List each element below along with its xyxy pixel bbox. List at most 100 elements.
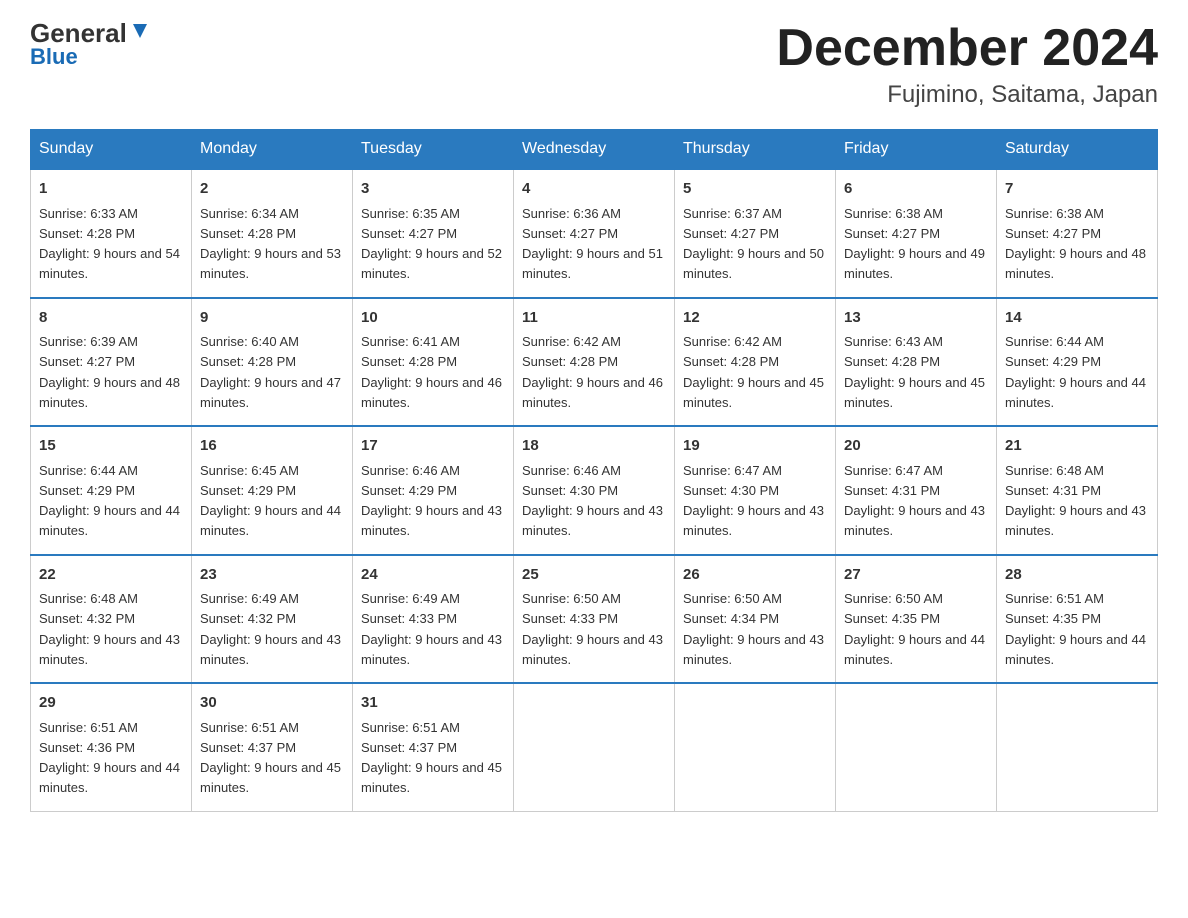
- calendar-cell-w4-d7: 28 Sunrise: 6:51 AMSunset: 4:35 PMDaylig…: [997, 555, 1158, 684]
- calendar-cell-w3-d3: 17 Sunrise: 6:46 AMSunset: 4:29 PMDaylig…: [353, 426, 514, 555]
- calendar-cell-w4-d6: 27 Sunrise: 6:50 AMSunset: 4:35 PMDaylig…: [836, 555, 997, 684]
- day-info: Sunrise: 6:40 AMSunset: 4:28 PMDaylight:…: [200, 334, 341, 410]
- calendar-cell-w3-d5: 19 Sunrise: 6:47 AMSunset: 4:30 PMDaylig…: [675, 426, 836, 555]
- calendar-cell-w4-d5: 26 Sunrise: 6:50 AMSunset: 4:34 PMDaylig…: [675, 555, 836, 684]
- day-number: 12: [683, 307, 827, 330]
- logo-blue-text: Blue: [30, 46, 78, 68]
- day-info: Sunrise: 6:46 AMSunset: 4:30 PMDaylight:…: [522, 463, 663, 539]
- day-number: 7: [1005, 178, 1149, 201]
- day-info: Sunrise: 6:41 AMSunset: 4:28 PMDaylight:…: [361, 334, 502, 410]
- calendar-cell-w2-d7: 14 Sunrise: 6:44 AMSunset: 4:29 PMDaylig…: [997, 298, 1158, 427]
- day-info: Sunrise: 6:42 AMSunset: 4:28 PMDaylight:…: [683, 334, 824, 410]
- day-info: Sunrise: 6:48 AMSunset: 4:32 PMDaylight:…: [39, 591, 180, 667]
- header-friday: Friday: [836, 130, 997, 170]
- calendar-cell-w1-d7: 7 Sunrise: 6:38 AMSunset: 4:27 PMDayligh…: [997, 169, 1158, 298]
- calendar-cell-w5-d6: [836, 683, 997, 811]
- calendar-week-2: 8 Sunrise: 6:39 AMSunset: 4:27 PMDayligh…: [31, 298, 1158, 427]
- day-number: 29: [39, 692, 183, 715]
- day-number: 20: [844, 435, 988, 458]
- day-info: Sunrise: 6:42 AMSunset: 4:28 PMDaylight:…: [522, 334, 663, 410]
- day-info: Sunrise: 6:38 AMSunset: 4:27 PMDaylight:…: [1005, 206, 1146, 282]
- day-number: 13: [844, 307, 988, 330]
- day-number: 5: [683, 178, 827, 201]
- day-number: 25: [522, 564, 666, 587]
- calendar-cell-w4-d2: 23 Sunrise: 6:49 AMSunset: 4:32 PMDaylig…: [192, 555, 353, 684]
- day-info: Sunrise: 6:51 AMSunset: 4:35 PMDaylight:…: [1005, 591, 1146, 667]
- day-number: 6: [844, 178, 988, 201]
- day-info: Sunrise: 6:44 AMSunset: 4:29 PMDaylight:…: [39, 463, 180, 539]
- logo-general-text: General: [30, 20, 127, 46]
- calendar-week-5: 29 Sunrise: 6:51 AMSunset: 4:36 PMDaylig…: [31, 683, 1158, 811]
- calendar-subtitle: Fujimino, Saitama, Japan: [776, 81, 1158, 109]
- calendar-week-1: 1 Sunrise: 6:33 AMSunset: 4:28 PMDayligh…: [31, 169, 1158, 298]
- day-info: Sunrise: 6:39 AMSunset: 4:27 PMDaylight:…: [39, 334, 180, 410]
- calendar-cell-w2-d4: 11 Sunrise: 6:42 AMSunset: 4:28 PMDaylig…: [514, 298, 675, 427]
- day-info: Sunrise: 6:44 AMSunset: 4:29 PMDaylight:…: [1005, 334, 1146, 410]
- calendar-cell-w5-d5: [675, 683, 836, 811]
- day-number: 21: [1005, 435, 1149, 458]
- calendar-week-3: 15 Sunrise: 6:44 AMSunset: 4:29 PMDaylig…: [31, 426, 1158, 555]
- day-number: 14: [1005, 307, 1149, 330]
- header-wednesday: Wednesday: [514, 130, 675, 170]
- day-info: Sunrise: 6:45 AMSunset: 4:29 PMDaylight:…: [200, 463, 341, 539]
- day-number: 26: [683, 564, 827, 587]
- calendar-cell-w2-d5: 12 Sunrise: 6:42 AMSunset: 4:28 PMDaylig…: [675, 298, 836, 427]
- day-info: Sunrise: 6:49 AMSunset: 4:32 PMDaylight:…: [200, 591, 341, 667]
- day-number: 11: [522, 307, 666, 330]
- calendar-cell-w5-d4: [514, 683, 675, 811]
- day-number: 27: [844, 564, 988, 587]
- day-info: Sunrise: 6:49 AMSunset: 4:33 PMDaylight:…: [361, 591, 502, 667]
- calendar-cell-w3-d1: 15 Sunrise: 6:44 AMSunset: 4:29 PMDaylig…: [31, 426, 192, 555]
- day-number: 8: [39, 307, 183, 330]
- day-number: 24: [361, 564, 505, 587]
- day-info: Sunrise: 6:50 AMSunset: 4:34 PMDaylight:…: [683, 591, 824, 667]
- day-info: Sunrise: 6:51 AMSunset: 4:37 PMDaylight:…: [200, 720, 341, 796]
- day-info: Sunrise: 6:34 AMSunset: 4:28 PMDaylight:…: [200, 206, 341, 282]
- day-number: 23: [200, 564, 344, 587]
- calendar-cell-w5-d1: 29 Sunrise: 6:51 AMSunset: 4:36 PMDaylig…: [31, 683, 192, 811]
- day-info: Sunrise: 6:43 AMSunset: 4:28 PMDaylight:…: [844, 334, 985, 410]
- logo-triangle-icon: [129, 20, 151, 42]
- header-thursday: Thursday: [675, 130, 836, 170]
- logo: General Blue: [30, 20, 151, 68]
- day-number: 22: [39, 564, 183, 587]
- calendar-table: Sunday Monday Tuesday Wednesday Thursday…: [30, 129, 1158, 812]
- day-number: 28: [1005, 564, 1149, 587]
- calendar-header-row: Sunday Monday Tuesday Wednesday Thursday…: [31, 130, 1158, 170]
- calendar-cell-w3-d2: 16 Sunrise: 6:45 AMSunset: 4:29 PMDaylig…: [192, 426, 353, 555]
- day-info: Sunrise: 6:37 AMSunset: 4:27 PMDaylight:…: [683, 206, 824, 282]
- page-header: General Blue December 2024 Fujimino, Sai…: [30, 20, 1158, 109]
- calendar-cell-w4-d4: 25 Sunrise: 6:50 AMSunset: 4:33 PMDaylig…: [514, 555, 675, 684]
- calendar-cell-w1-d4: 4 Sunrise: 6:36 AMSunset: 4:27 PMDayligh…: [514, 169, 675, 298]
- day-number: 19: [683, 435, 827, 458]
- calendar-cell-w2-d1: 8 Sunrise: 6:39 AMSunset: 4:27 PMDayligh…: [31, 298, 192, 427]
- header-tuesday: Tuesday: [353, 130, 514, 170]
- calendar-cell-w1-d5: 5 Sunrise: 6:37 AMSunset: 4:27 PMDayligh…: [675, 169, 836, 298]
- calendar-cell-w1-d6: 6 Sunrise: 6:38 AMSunset: 4:27 PMDayligh…: [836, 169, 997, 298]
- day-info: Sunrise: 6:48 AMSunset: 4:31 PMDaylight:…: [1005, 463, 1146, 539]
- day-number: 10: [361, 307, 505, 330]
- calendar-cell-w3-d6: 20 Sunrise: 6:47 AMSunset: 4:31 PMDaylig…: [836, 426, 997, 555]
- day-info: Sunrise: 6:46 AMSunset: 4:29 PMDaylight:…: [361, 463, 502, 539]
- calendar-cell-w1-d2: 2 Sunrise: 6:34 AMSunset: 4:28 PMDayligh…: [192, 169, 353, 298]
- day-number: 9: [200, 307, 344, 330]
- day-number: 30: [200, 692, 344, 715]
- day-number: 1: [39, 178, 183, 201]
- calendar-cell-w5-d3: 31 Sunrise: 6:51 AMSunset: 4:37 PMDaylig…: [353, 683, 514, 811]
- calendar-cell-w3-d4: 18 Sunrise: 6:46 AMSunset: 4:30 PMDaylig…: [514, 426, 675, 555]
- day-number: 17: [361, 435, 505, 458]
- calendar-cell-w5-d2: 30 Sunrise: 6:51 AMSunset: 4:37 PMDaylig…: [192, 683, 353, 811]
- day-info: Sunrise: 6:47 AMSunset: 4:30 PMDaylight:…: [683, 463, 824, 539]
- title-block: December 2024 Fujimino, Saitama, Japan: [776, 20, 1158, 109]
- day-number: 4: [522, 178, 666, 201]
- day-info: Sunrise: 6:47 AMSunset: 4:31 PMDaylight:…: [844, 463, 985, 539]
- calendar-cell-w3-d7: 21 Sunrise: 6:48 AMSunset: 4:31 PMDaylig…: [997, 426, 1158, 555]
- calendar-cell-w2-d2: 9 Sunrise: 6:40 AMSunset: 4:28 PMDayligh…: [192, 298, 353, 427]
- header-monday: Monday: [192, 130, 353, 170]
- day-info: Sunrise: 6:51 AMSunset: 4:37 PMDaylight:…: [361, 720, 502, 796]
- header-saturday: Saturday: [997, 130, 1158, 170]
- calendar-week-4: 22 Sunrise: 6:48 AMSunset: 4:32 PMDaylig…: [31, 555, 1158, 684]
- calendar-cell-w2-d6: 13 Sunrise: 6:43 AMSunset: 4:28 PMDaylig…: [836, 298, 997, 427]
- calendar-cell-w1-d3: 3 Sunrise: 6:35 AMSunset: 4:27 PMDayligh…: [353, 169, 514, 298]
- day-number: 31: [361, 692, 505, 715]
